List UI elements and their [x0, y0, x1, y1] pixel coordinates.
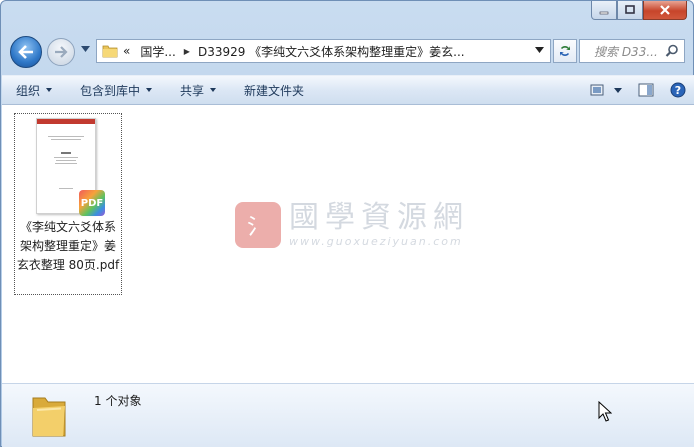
address-bar[interactable]: « 国学... ▶ D33929 《李纯文六爻体系架构整理重定》姜玄...	[96, 39, 551, 63]
svg-text:?: ?	[675, 84, 681, 97]
maximize-icon	[625, 5, 635, 14]
view-controls: ?	[582, 76, 694, 104]
chevron-down-icon	[210, 88, 217, 92]
caption-buttons	[591, 1, 687, 20]
folder-icon	[32, 397, 66, 437]
pdf-badge-label: PDF	[80, 197, 104, 209]
breadcrumb: « 国学... ▶ D33929 《李纯文六爻体系架构整理重定》姜玄...	[118, 43, 470, 60]
command-bar: 组织 包含到库中 共享 新建文件夹 ?	[2, 75, 694, 105]
item-count: 1 个对象	[94, 394, 142, 408]
explorer-window: « 国学... ▶ D33929 《李纯文六爻体系架构整理重定》姜玄... 搜索…	[0, 0, 694, 447]
history-dropdown-icon[interactable]	[81, 46, 90, 52]
folder-icon	[102, 45, 118, 58]
maximize-button[interactable]	[617, 1, 643, 20]
breadcrumb-item-root[interactable]: 国学...	[135, 43, 180, 60]
close-button[interactable]	[643, 1, 687, 20]
search-box[interactable]: 搜索 D33...	[579, 39, 685, 63]
search-icon[interactable]	[665, 44, 679, 58]
new-folder-button[interactable]: 新建文件夹	[230, 76, 318, 104]
watermark-logo: 氵	[235, 201, 281, 248]
back-button[interactable]	[10, 36, 42, 68]
watermark: 氵 國學資源網 www.guoxueziyuan.com	[235, 201, 469, 248]
pdf-icon: PDF	[79, 190, 105, 216]
help-button[interactable]: ?	[662, 82, 694, 98]
minimize-icon	[599, 11, 609, 15]
organize-label: 组织	[16, 83, 41, 98]
refresh-button[interactable]	[553, 39, 577, 63]
include-in-library-label: 包含到库中	[80, 83, 141, 98]
share-label: 共享	[180, 83, 205, 98]
breadcrumb-separator-icon[interactable]: ▶	[181, 47, 193, 56]
chevron-down-icon[interactable]	[614, 87, 622, 93]
watermark-url: www.guoxueziyuan.com	[289, 235, 463, 248]
organize-button[interactable]: 组织	[2, 76, 66, 104]
help-icon: ?	[670, 82, 686, 98]
change-view-button[interactable]	[582, 84, 630, 96]
breadcrumb-item-current[interactable]: D33929 《李纯文六爻体系架构整理重定》姜玄...	[193, 43, 470, 60]
file-list[interactable]: PDF 《李纯文六爻体系架构整理重定》姜玄衣整理 80页.pdf 氵 國學資源網…	[2, 105, 694, 383]
view-icon	[590, 84, 604, 96]
file-name[interactable]: 《李纯文六爻体系架构整理重定》姜玄衣整理 80页.pdf	[15, 218, 121, 275]
mouse-cursor-icon	[598, 401, 612, 422]
arrow-right-icon	[55, 46, 68, 58]
include-in-library-button[interactable]: 包含到库中	[66, 76, 166, 104]
preview-pane-icon	[638, 83, 654, 97]
arrow-left-icon	[18, 45, 33, 59]
forward-button[interactable]	[47, 38, 75, 66]
breadcrumb-overflow[interactable]: «	[118, 44, 135, 58]
chevron-down-icon	[146, 88, 153, 92]
navigation-bar: « 国学... ▶ D33929 《李纯文六爻体系架构整理重定》姜玄... 搜索…	[1, 31, 693, 71]
address-dropdown-icon[interactable]	[535, 47, 544, 53]
thumbnail-header	[37, 119, 95, 124]
preview-pane-button[interactable]	[630, 83, 662, 97]
minimize-button[interactable]	[591, 1, 617, 20]
close-icon	[660, 5, 670, 15]
new-folder-label: 新建文件夹	[244, 83, 305, 98]
chevron-down-icon	[46, 88, 53, 92]
refresh-icon	[560, 46, 570, 56]
details-pane: 1 个对象	[2, 383, 694, 447]
watermark-title: 國學資源網	[289, 200, 469, 235]
file-item[interactable]: PDF 《李纯文六爻体系架构整理重定》姜玄衣整理 80页.pdf	[14, 113, 122, 295]
search-input[interactable]: 搜索 D33...	[580, 43, 660, 60]
share-button[interactable]: 共享	[166, 76, 230, 104]
